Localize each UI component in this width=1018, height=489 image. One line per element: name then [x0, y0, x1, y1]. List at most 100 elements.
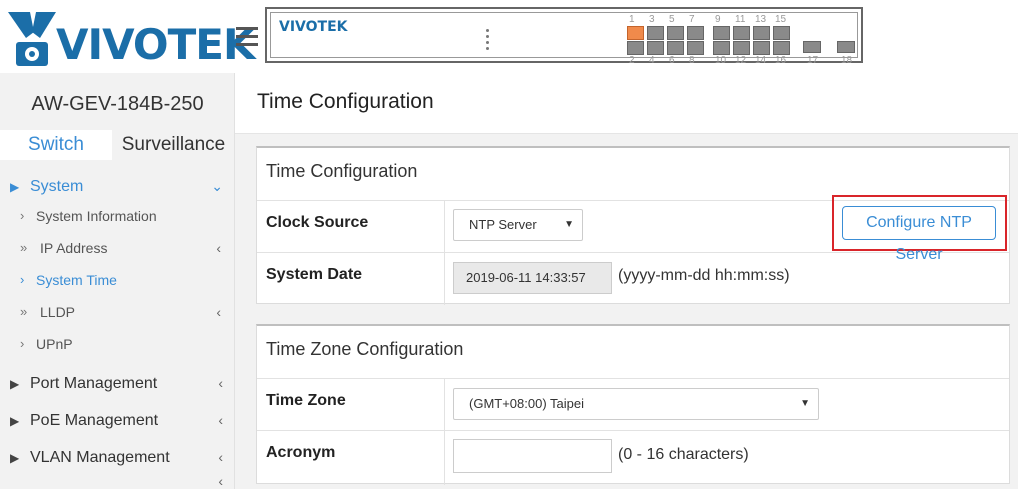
device-front-panel: VIVOTEK 1 3 5 7 9 11 13 15 2 4 6 8 10 12 14 16 17 18: [265, 7, 863, 66]
chevron-down-icon: ⌄: [211, 178, 223, 194]
sidebar-subitem-label: System Time: [36, 272, 117, 288]
port-number-label: 2: [629, 55, 635, 66]
main-content: Time Configuration Time Configuration Cl…: [235, 73, 1018, 489]
page-title: Time Configuration: [257, 90, 434, 113]
clock-source-select[interactable]: NTP Server ▼: [453, 209, 583, 241]
acronym-length-hint: (0 - 16 characters): [618, 446, 749, 463]
tab-switch[interactable]: Switch: [0, 130, 112, 160]
ethernet-port-icon[interactable]: [667, 26, 684, 40]
panel-title: Time Configuration: [266, 161, 418, 181]
menu-toggle-icon[interactable]: [236, 27, 258, 47]
sidebar-subitem-label: UPnP: [36, 336, 73, 352]
port-number-label: 13: [755, 14, 767, 25]
ethernet-port-icon[interactable]: [713, 41, 730, 55]
logo-text: VIVOTEK: [56, 20, 255, 69]
sidebar-item-system[interactable]: ▶ System ⌄: [0, 178, 235, 200]
sfp-port-icon[interactable]: [837, 41, 855, 53]
logo-mark-icon: [8, 12, 56, 66]
model-name: AW-GEV-184B-250: [31, 93, 204, 115]
system-date-format-hint: (yyyy-mm-dd hh:mm:ss): [618, 267, 790, 284]
sidebar-item-poe-management[interactable]: ▶ PoE Management ‹: [0, 412, 235, 434]
ethernet-port-icon[interactable]: [753, 26, 770, 40]
sidebar-item-label: System: [30, 178, 84, 195]
port-number-label: 3: [649, 14, 655, 25]
ethernet-port-icon[interactable]: [647, 41, 664, 55]
caret-right-icon: ▶: [10, 451, 20, 465]
port-number-label: 14: [755, 55, 767, 66]
time-zone-value: (GMT+08:00) Taipei: [469, 396, 585, 411]
port-number-label: 1: [629, 14, 635, 25]
port-number-label: 12: [735, 55, 747, 66]
sidebar-item-next: ‹: [0, 477, 235, 489]
port-number-label: 5: [669, 14, 675, 25]
time-zone-label: Time Zone: [266, 392, 346, 409]
configure-ntp-server-button[interactable]: Configure NTP Server: [842, 206, 996, 263]
ethernet-port-icon[interactable]: [733, 26, 750, 40]
sidebar-subitem-system-time[interactable]: › System Time: [0, 272, 235, 292]
time-zone-select[interactable]: (GMT+08:00) Taipei ▼: [453, 388, 819, 420]
tab-surveillance[interactable]: Surveillance: [112, 130, 235, 160]
chevron-left-icon: ‹: [216, 240, 221, 256]
chevron-right-icon: ›: [20, 336, 25, 351]
double-chevron-right-icon: »: [20, 240, 28, 255]
clock-source-label: Clock Source: [266, 214, 369, 231]
sidebar-subitem-upnp[interactable]: › UPnP: [0, 336, 235, 356]
caret-right-icon: ▶: [10, 180, 20, 194]
sidebar-subitem-label: System Information: [36, 208, 157, 224]
ethernet-port-icon[interactable]: [667, 41, 684, 55]
sfp-port-icon[interactable]: [803, 41, 821, 53]
ethernet-port-icon[interactable]: [647, 26, 664, 40]
sidebar-subitem-system-information[interactable]: › System Information: [0, 208, 235, 228]
ntp-button-highlight: Configure NTP Server: [832, 195, 1007, 263]
top-header: VIVOTEK VIVOTEK 1 3 5 7 9 11 13 15 2 4 6 8 10 12 14 16 1…: [0, 0, 1018, 73]
sidebar-item-port-management[interactable]: ▶ Port Management ‹: [0, 375, 235, 397]
sidebar-tabs: Switch Surveillance: [0, 130, 235, 160]
port-number-label: 8: [689, 55, 695, 66]
double-chevron-right-icon: »: [20, 304, 28, 319]
ethernet-port-icon[interactable]: [773, 26, 790, 40]
vivotek-logo[interactable]: VIVOTEK: [6, 8, 255, 68]
sidebar-subitem-lldp[interactable]: » LLDP ‹: [0, 304, 235, 324]
time-configuration-panel: Time Configuration Clock Source NTP Serv…: [256, 146, 1010, 305]
caret-right-icon: ▶: [10, 414, 20, 428]
port-number-label: 15: [775, 14, 787, 25]
ethernet-port-icon[interactable]: [713, 26, 730, 40]
chevron-right-icon: ›: [20, 272, 25, 287]
time-zone-configuration-panel: Time Zone Configuration Time Zone (GMT+0…: [256, 324, 1010, 485]
sidebar-subitem-label: IP Address: [40, 240, 108, 256]
sidebar: AW-GEV-184B-250 Switch Surveillance ▶ Sy…: [0, 73, 235, 489]
system-date-field[interactable]: 2019-06-11 14:33:57: [453, 262, 612, 294]
ethernet-port-icon[interactable]: [687, 26, 704, 40]
ethernet-port-icon[interactable]: [733, 41, 750, 55]
row-divider: [444, 253, 445, 305]
chevron-left-icon: ‹: [218, 449, 223, 465]
caret-right-icon: ▶: [10, 377, 20, 391]
port-number-label: 7: [689, 14, 695, 25]
time-zone-row: Time Zone (GMT+08:00) Taipei ▼: [257, 378, 1009, 431]
port-number-label: 4: [649, 55, 655, 66]
port-number-label: 17: [807, 55, 819, 66]
led-indicators-icon: [486, 29, 496, 53]
ethernet-port-icon[interactable]: [687, 41, 704, 55]
port-number-label: 11: [735, 14, 746, 25]
sidebar-item-label: PoE Management: [30, 412, 159, 429]
device-logo: VIVOTEK: [279, 19, 348, 35]
dropdown-arrow-icon: ▼: [564, 219, 574, 230]
ethernet-port-icon[interactable]: [773, 41, 790, 55]
sidebar-subitem-ip-address[interactable]: » IP Address ‹: [0, 240, 235, 260]
system-date-label: System Date: [266, 266, 363, 283]
device-panel-frame: VIVOTEK 1 3 5 7 9 11 13 15 2 4 6 8 10 12 14 16 17 18: [270, 12, 858, 66]
ethernet-port-icon[interactable]: [627, 26, 644, 40]
panel-title: Time Zone Configuration: [266, 339, 464, 359]
sidebar-item-label: Port Management: [30, 375, 158, 392]
sidebar-item-vlan-management[interactable]: ▶ VLAN Management ‹: [0, 449, 235, 471]
chevron-left-icon: ‹: [218, 412, 223, 428]
acronym-row: Acronym (0 - 16 characters): [257, 430, 1009, 485]
ethernet-port-icon[interactable]: [753, 41, 770, 55]
acronym-input[interactable]: [453, 439, 612, 473]
clock-source-value: NTP Server: [469, 217, 537, 232]
row-divider: [444, 379, 445, 431]
page-header: Time Configuration: [235, 73, 1018, 134]
port-number-label: 18: [841, 55, 853, 66]
ethernet-port-icon[interactable]: [627, 41, 644, 55]
